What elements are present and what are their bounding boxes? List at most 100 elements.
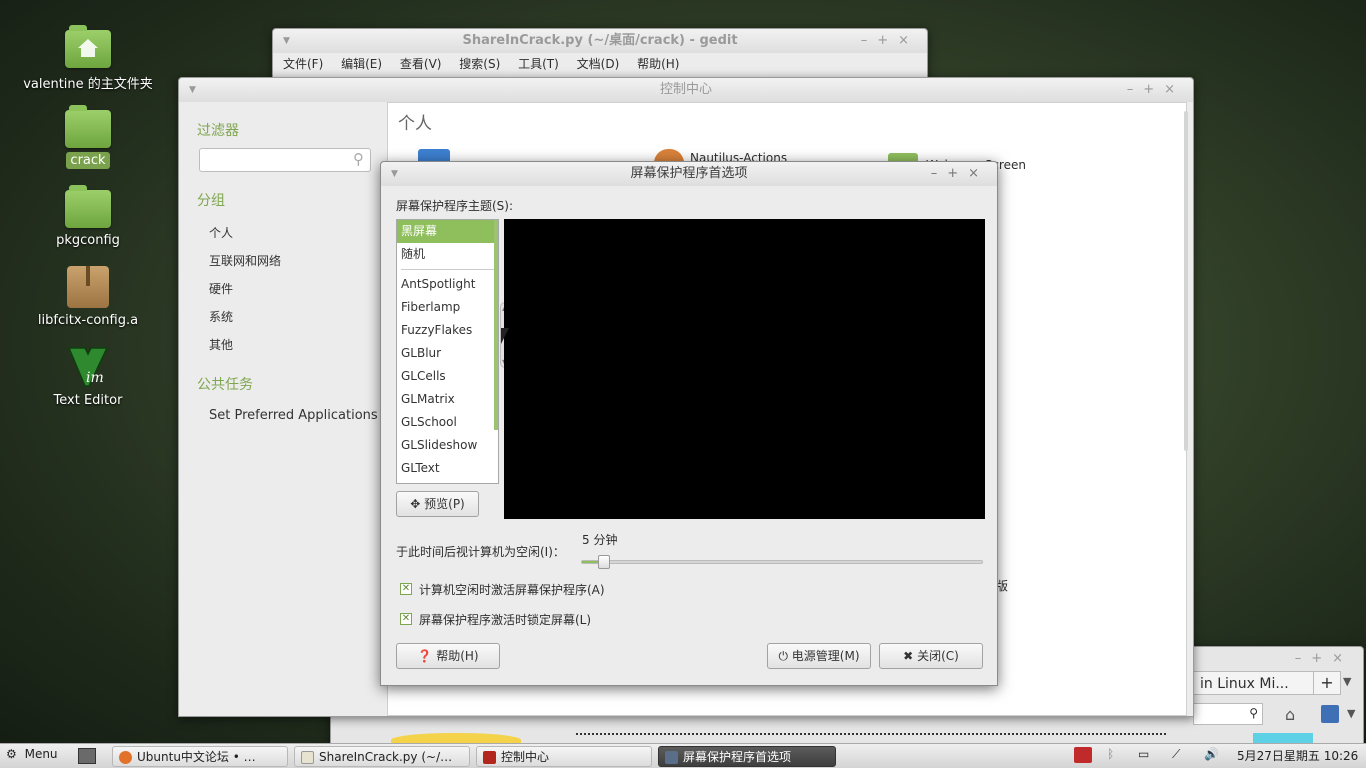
close-icon: ✖ [903, 649, 914, 663]
desktop-icon-libfcitx[interactable]: libfcitx-config.a [13, 266, 163, 329]
window-controls[interactable]: –+× [861, 29, 919, 53]
help-icon: ❓ [417, 649, 433, 663]
preview-button[interactable]: ✥ 预览(P) [396, 491, 479, 517]
control-center-icon [483, 751, 496, 764]
mail-icon [418, 149, 450, 161]
group-other[interactable]: 其他 [209, 336, 233, 353]
tab-list-icon[interactable]: ▼ [1343, 675, 1351, 688]
menu-file[interactable]: 文件(F) [283, 57, 323, 71]
control-center-sidebar: 过滤器 ⚲ 分组 个人 互联网和网络 硬件 系统 其他 公共任务 Set Pre… [179, 102, 387, 716]
screensaver-preview [504, 219, 985, 519]
desktop-icon-text-editor[interactable]: im Text Editor [13, 344, 163, 409]
idle-slider[interactable] [581, 555, 983, 569]
bluetooth-icon[interactable]: ᛒ [1107, 747, 1114, 761]
menu-help[interactable]: 帮助(H) [637, 57, 679, 71]
menu-edit[interactable]: 编辑(E) [341, 57, 382, 71]
activate-label[interactable]: 计算机空闲时激活屏幕保护程序(A) [419, 581, 605, 598]
home-folder-icon [65, 25, 111, 68]
desktop-icon-label: pkgconfig [56, 233, 120, 248]
theme-item[interactable]: GLMatrix [397, 388, 498, 411]
help-button-label: 帮助(H) [436, 649, 479, 663]
gedit-title: ShareInCrack.py (~/桌面/crack) - gedit [462, 33, 738, 48]
task-preferred-apps[interactable]: Set Preferred Applications [209, 408, 378, 423]
task-label: 屏幕保护程序首选项 [683, 750, 792, 764]
filter-heading: 过滤器 [197, 123, 239, 139]
theme-list[interactable]: 黑屏幕 随机 AntSpotlight Fiberlamp FuzzyFlake… [396, 219, 499, 484]
idle-value: 5 分钟 [582, 533, 618, 547]
browser-tab[interactable]: in Linux Mi... ✖ [1193, 671, 1333, 695]
control-center-title: 控制中心 [659, 82, 712, 97]
theme-item[interactable]: FuzzyFlakes [397, 319, 498, 342]
scrollbar[interactable] [1184, 111, 1188, 451]
theme-item[interactable]: AntSpotlight [397, 273, 498, 296]
idle-label: 于此时间后视计算机为空闲(I)： [396, 545, 565, 559]
window-controls[interactable]: –+× [931, 162, 989, 186]
task-screensaver[interactable]: 屏幕保护程序首选项 [658, 746, 836, 767]
group-system[interactable]: 系统 [209, 308, 233, 325]
filter-input[interactable]: ⚲ [199, 148, 371, 172]
close-button-label: 关闭(C) [917, 649, 959, 663]
new-tab-icon[interactable]: + [1313, 671, 1341, 695]
window-menu-icon[interactable]: ▼ [189, 78, 196, 102]
section-title: 个人 [398, 114, 432, 134]
group-hardware[interactable]: 硬件 [209, 280, 233, 297]
gedit-menubar: 文件(F) 编辑(E) 查看(V) 搜索(S) 工具(T) 文档(D) 帮助(H… [273, 53, 927, 75]
screensaver-icon [665, 751, 678, 764]
tray-app-icon[interactable] [1074, 747, 1092, 763]
start-menu-button[interactable]: ⚙ Menu [6, 747, 58, 761]
window-menu-icon[interactable]: ▼ [283, 29, 290, 53]
task-label: ShareInCrack.py (~/… [319, 750, 453, 764]
window-controls[interactable]: –+× [1127, 78, 1185, 102]
theme-item[interactable]: GLSchool [397, 411, 498, 434]
lock-label[interactable]: 屏幕保护程序激活时锁定屏幕(L) [419, 611, 591, 628]
power-button[interactable]: ⏻ 电源管理(M) [767, 643, 871, 669]
folder-icon [65, 105, 111, 148]
network-icon[interactable]: ⟋ [1172, 747, 1180, 762]
task-firefox[interactable]: Ubuntu中文论坛 • … [112, 746, 288, 767]
group-personal[interactable]: 个人 [209, 224, 233, 241]
browser-tab-label: in Linux Mi... [1200, 676, 1289, 692]
battery-icon[interactable]: ▭ [1138, 747, 1149, 761]
mouse-cursor-icon [501, 328, 509, 344]
desktop-icon-label: crack [66, 152, 110, 169]
group-internet[interactable]: 互联网和网络 [209, 252, 281, 269]
menu-tools[interactable]: 工具(T) [518, 57, 559, 71]
control-center-titlebar[interactable]: ▼ 控制中心 –+× [179, 78, 1193, 102]
menu-dropdown-icon[interactable]: ▼ [1347, 707, 1355, 720]
list-scrollbar[interactable] [494, 220, 498, 430]
dialog-titlebar[interactable]: ▼ 屏幕保护程序首选项 –+× [381, 162, 997, 186]
theme-item[interactable]: Fiberlamp [397, 296, 498, 319]
theme-item[interactable]: 黑屏幕 [397, 220, 498, 243]
clock[interactable]: 5月27日星期五 10:26 [1237, 747, 1358, 764]
group-heading: 分组 [197, 193, 225, 209]
theme-item[interactable]: GLSlideshow [397, 434, 498, 457]
theme-item[interactable]: GLBlur [397, 342, 498, 365]
desktop-icon-pkgconfig[interactable]: pkgconfig [13, 185, 163, 249]
volume-icon[interactable]: 🔊 [1204, 747, 1219, 761]
window-menu-icon[interactable]: ▼ [391, 162, 398, 186]
task-control-center[interactable]: 控制中心 [476, 746, 652, 767]
close-button[interactable]: ✖ 关闭(C) [879, 643, 983, 669]
gedit-titlebar[interactable]: ▼ ShareInCrack.py (~/桌面/crack) - gedit –… [273, 29, 927, 53]
power-button-label: 电源管理(M) [791, 649, 860, 663]
browser-search-field[interactable]: ⚲ [1193, 703, 1263, 725]
idle-slider-knob[interactable] [598, 555, 610, 569]
help-button[interactable]: ❓ 帮助(H) [396, 643, 500, 669]
screensaver-dialog[interactable]: ▼ 屏幕保护程序首选项 –+× 屏幕保护程序主题(S): 黑屏幕 随机 AntS… [380, 161, 998, 686]
desktop-icon-crack[interactable]: crack [13, 105, 163, 169]
menu-documents[interactable]: 文档(D) [577, 57, 620, 71]
theme-item[interactable]: GLText [397, 457, 498, 480]
folder-icon [65, 185, 111, 228]
home-icon[interactable]: ⌂ [1285, 705, 1295, 724]
desktop-icon-home[interactable]: valentine 的主文件夹 [13, 25, 163, 93]
activate-checkbox[interactable]: ✕ [400, 583, 412, 595]
show-desktop-icon[interactable] [78, 748, 96, 764]
theme-item[interactable]: 随机 [397, 243, 498, 266]
window-controls[interactable]: –+× [1295, 651, 1353, 666]
task-gedit[interactable]: ShareInCrack.py (~/… [294, 746, 470, 767]
lock-checkbox[interactable]: ✕ [400, 613, 412, 625]
menu-view[interactable]: 查看(V) [400, 57, 442, 71]
theme-item[interactable]: GLCells [397, 365, 498, 388]
bookmark-icon[interactable] [1321, 705, 1339, 723]
menu-search[interactable]: 搜索(S) [459, 57, 500, 71]
